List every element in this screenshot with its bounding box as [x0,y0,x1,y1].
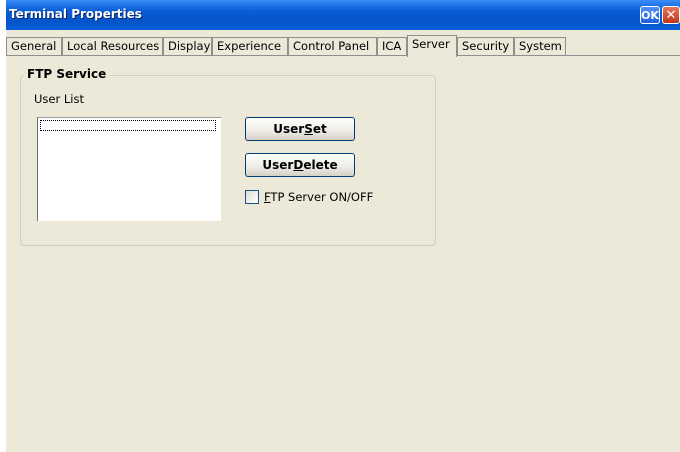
close-icon[interactable]: ✕ [662,6,680,24]
ftp-server-checkbox[interactable] [245,190,259,204]
tab-server[interactable]: Server [407,35,457,57]
tab-general[interactable]: General [6,37,62,55]
window-title: Terminal Properties [9,7,142,21]
tab-experience[interactable]: Experience [212,37,288,55]
terminal-properties-window: Terminal Properties OK ✕ General Local R… [6,0,680,452]
tab-strip: General Local Resources Display Experien… [6,35,680,57]
tab-system[interactable]: System [514,37,566,55]
tab-control-panel[interactable]: Control Panel [288,37,377,55]
ok-button[interactable]: OK [640,6,660,24]
user-list-label: User List [34,92,84,106]
ftp-server-label[interactable]: FTP Server ON/OFF [264,190,373,204]
title-bar[interactable]: Terminal Properties OK ✕ [6,0,680,30]
user-set-button[interactable]: User Set [245,117,355,141]
tab-divider [6,55,680,56]
tab-ica[interactable]: ICA [377,37,407,55]
user-list[interactable] [37,117,221,221]
tab-local-resources[interactable]: Local Resources [62,37,163,55]
list-focus-rect [40,120,216,131]
tab-security[interactable]: Security [457,37,514,55]
ftp-service-title: FTP Service [24,67,110,81]
user-delete-button[interactable]: User Delete [245,153,355,177]
tab-display[interactable]: Display [163,37,212,55]
